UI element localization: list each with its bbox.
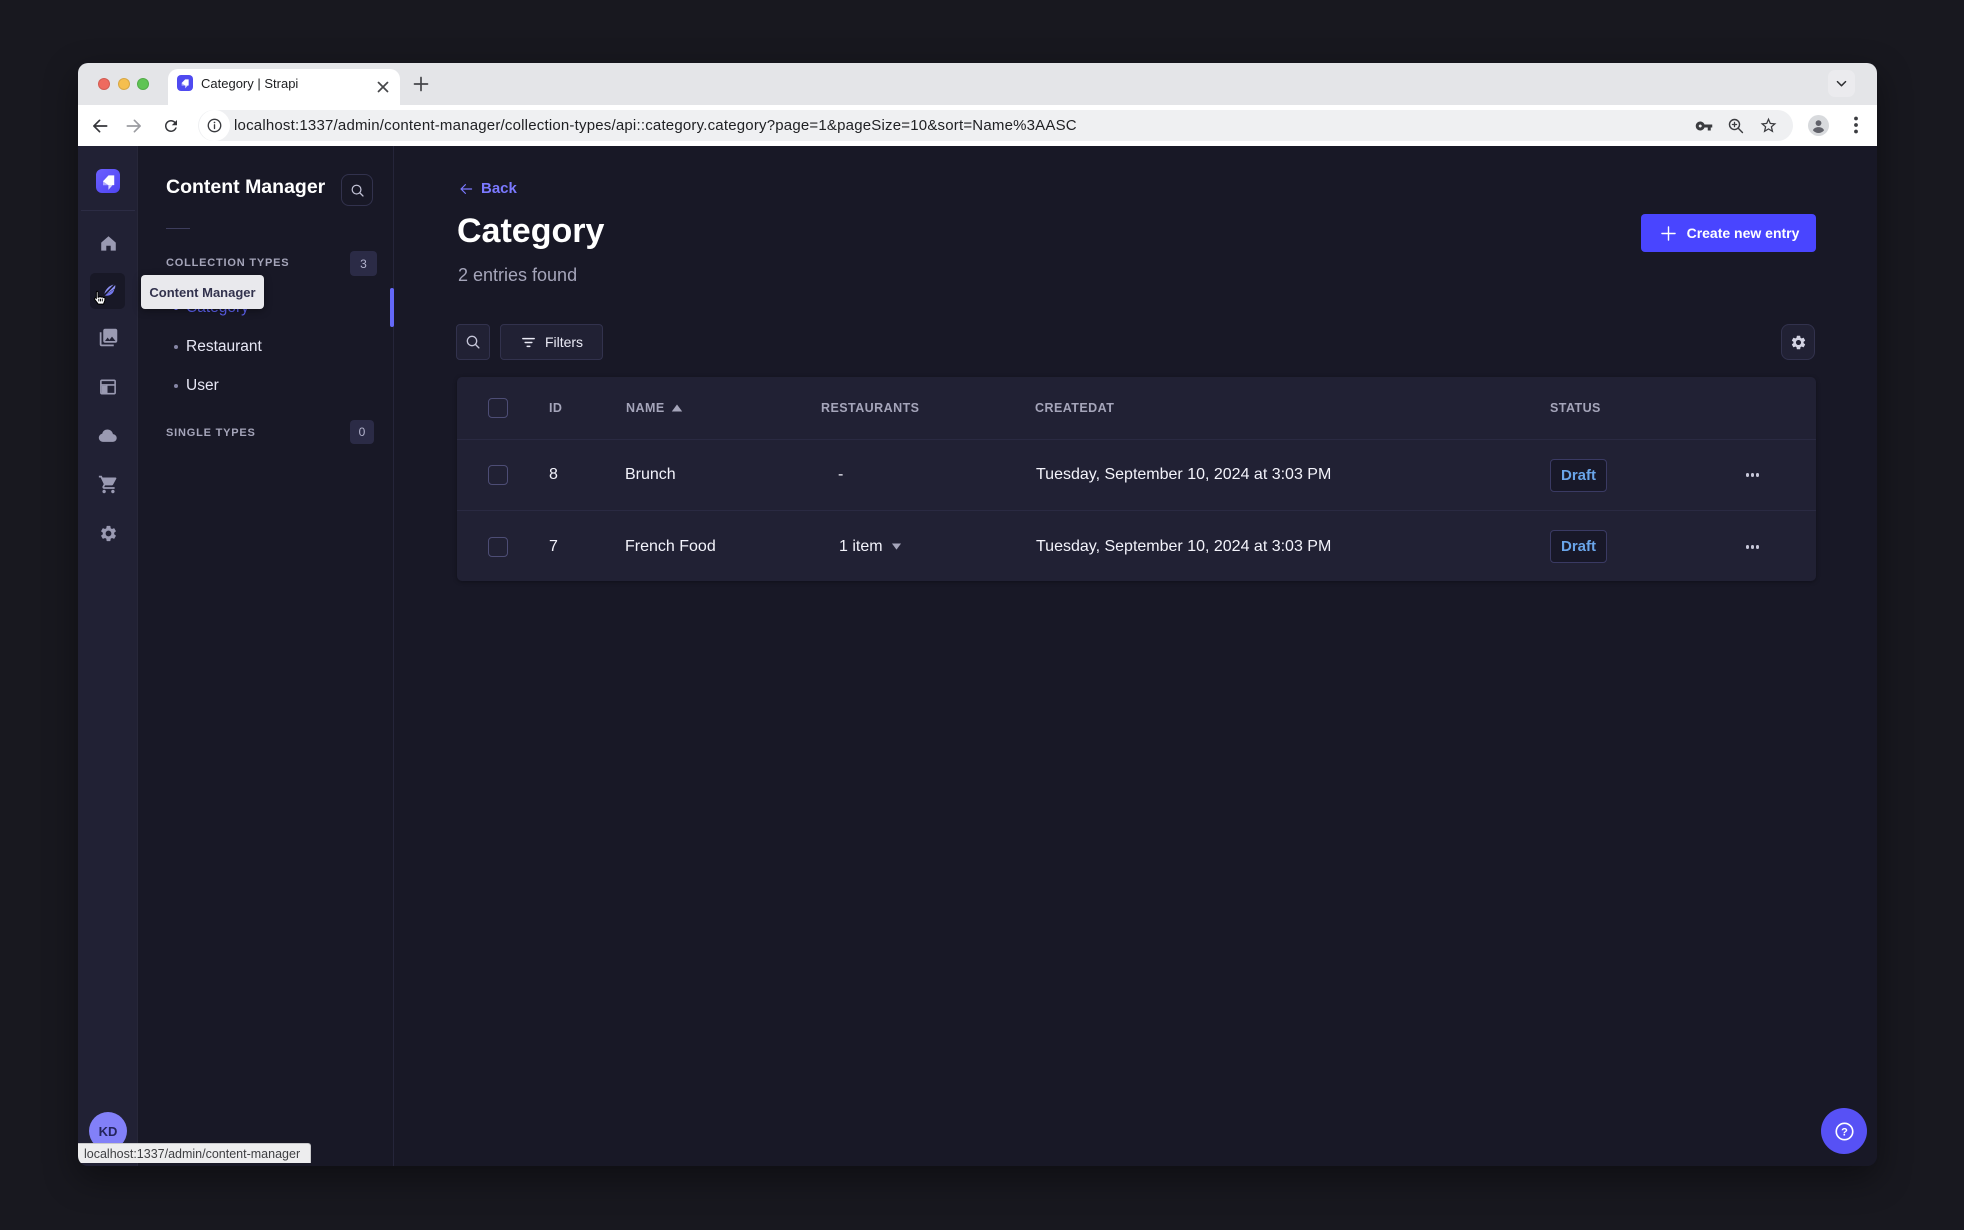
svg-text:?: ? (1841, 1126, 1848, 1138)
